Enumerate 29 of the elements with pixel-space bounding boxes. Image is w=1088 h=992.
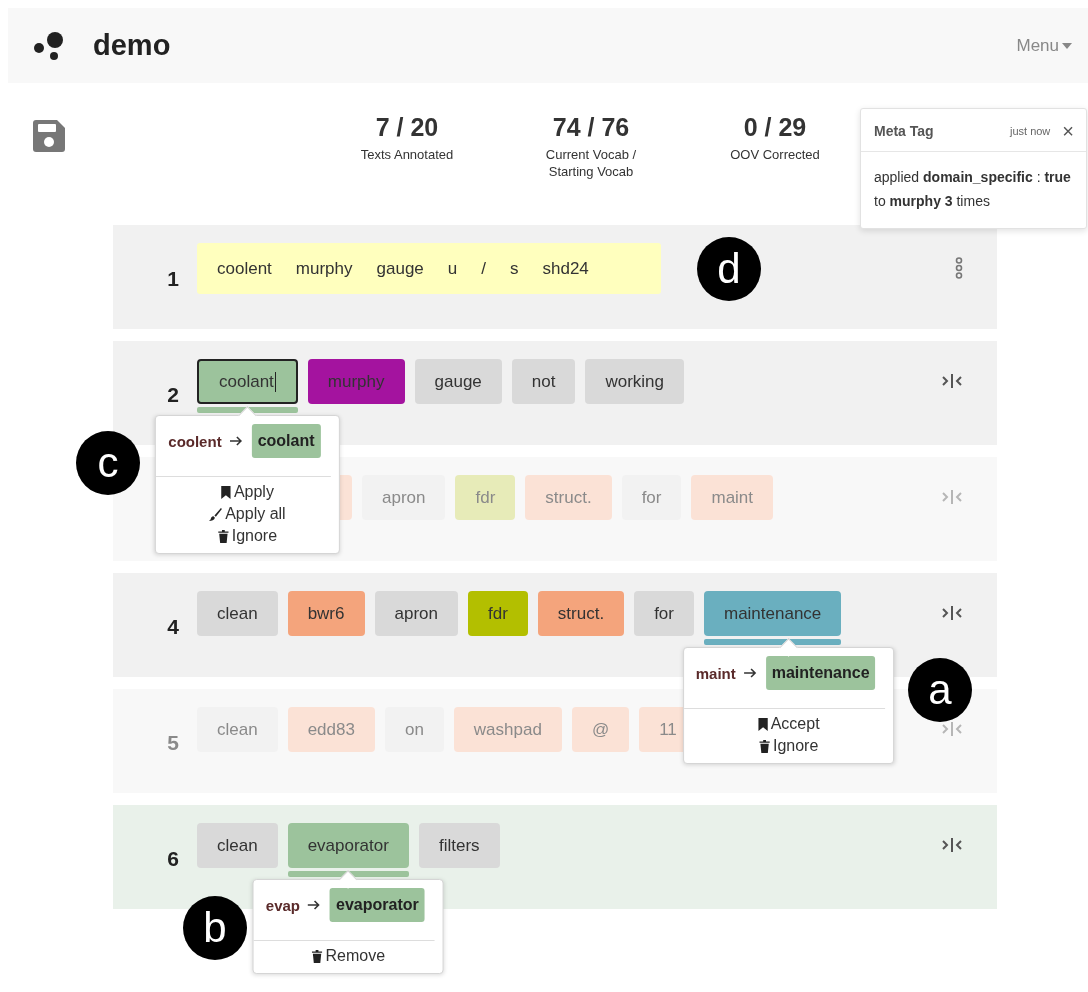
raw-word: murphy (295, 258, 353, 279)
raw-word: / (481, 258, 486, 279)
row-number: 4 (166, 615, 180, 639)
suggested-word: coolant (251, 424, 321, 458)
toast-title: Meta Tag (874, 123, 934, 139)
row-number: 6 (166, 847, 180, 871)
stat-value: 0 / 29 (742, 113, 808, 142)
raw-word: shd24 (542, 258, 589, 279)
stat-label: Current Vocab / Starting Vocab (544, 147, 638, 181)
stat-label: Texts Annotated (359, 147, 455, 164)
stat-value: 74 / 76 (551, 113, 631, 142)
stat-value: 7 / 20 (374, 113, 440, 142)
row-number: 2 (166, 383, 180, 407)
original-word: coolent (168, 432, 222, 450)
raw-word: s (510, 258, 519, 279)
raw-word: u (447, 258, 458, 279)
callout-badge: c (76, 431, 140, 495)
raw-word: coolent (217, 258, 272, 279)
row-number: 5 (166, 731, 180, 755)
original-word: evap (265, 896, 301, 914)
original-word: maint (695, 664, 736, 682)
callout-badge: b (183, 896, 247, 960)
suggested-word: evaporator (330, 888, 425, 922)
toast-message: applied domain_specific : true to murphy 3 times (873, 168, 1072, 211)
row-number: 1 (166, 267, 180, 291)
toast-time: just now (1009, 125, 1051, 137)
raw-word: gauge (376, 258, 424, 279)
suggested-word: maintenance (765, 656, 876, 690)
stat-label: OOV Corrected (729, 147, 821, 164)
